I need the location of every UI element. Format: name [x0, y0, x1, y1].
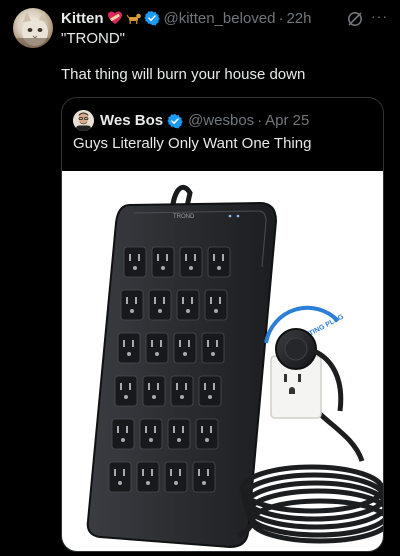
dog-icon	[125, 10, 142, 26]
outlet	[170, 375, 194, 407]
outlet	[195, 418, 219, 450]
outlet	[117, 332, 141, 364]
outlet	[167, 418, 191, 450]
outlet	[151, 246, 175, 278]
author-name[interactable]: Kitten	[61, 10, 104, 27]
outlet	[198, 375, 222, 407]
outlet	[179, 246, 203, 278]
tweet-header: Kitten @kitten_beloved · 22h	[61, 8, 391, 28]
quoted-tweet-text: Guys Literally Only Want One Thing	[73, 135, 312, 152]
quoted-tweet-image[interactable]: TROND 360° ROTATING PLUG	[62, 171, 383, 551]
tweet-text: That thing will burn your house down	[61, 66, 306, 83]
quoted-author-handle[interactable]: @wesbos	[188, 112, 254, 129]
outlet	[142, 375, 166, 407]
outlet	[145, 332, 169, 364]
outlet	[207, 246, 231, 278]
outlet	[120, 289, 144, 321]
grok-icon[interactable]	[346, 10, 364, 28]
verified-badge-icon	[143, 10, 160, 26]
outlet	[192, 461, 216, 493]
quoted-timestamp[interactable]: Apr 25	[265, 112, 309, 129]
outlet	[176, 289, 200, 321]
author-handle[interactable]: @kitten_beloved	[164, 10, 276, 27]
quoted-author-avatar[interactable]	[73, 110, 94, 131]
more-options-icon[interactable]: ···	[371, 8, 388, 24]
quoted-tweet[interactable]: Wes Bos @wesbos · Apr 25 Guys Literally …	[61, 97, 384, 552]
outlet	[201, 332, 225, 364]
verified-badge-icon	[167, 113, 183, 129]
author-avatar[interactable]	[13, 8, 53, 48]
outlet	[108, 461, 132, 493]
separator-dot: ·	[257, 112, 263, 129]
author-subtitle: "TROND"	[61, 30, 125, 47]
outlet	[111, 418, 135, 450]
outlet	[164, 461, 188, 493]
timestamp[interactable]: 22h	[286, 10, 311, 27]
outlet	[204, 289, 228, 321]
heart-bandage-icon	[107, 10, 123, 26]
tweet[interactable]: Kitten @kitten_beloved · 22h ··· "TROND"…	[0, 0, 400, 556]
quoted-tweet-header: Wes Bos @wesbos · Apr 25	[100, 110, 309, 131]
brand-label: TROND	[173, 214, 195, 220]
outlet	[139, 418, 163, 450]
outlet	[123, 246, 147, 278]
outlet	[136, 461, 160, 493]
quoted-author-name[interactable]: Wes Bos	[100, 112, 163, 129]
outlet	[148, 289, 172, 321]
outlet	[173, 332, 197, 364]
outlet	[114, 375, 138, 407]
separator-dot: ·	[278, 9, 284, 27]
